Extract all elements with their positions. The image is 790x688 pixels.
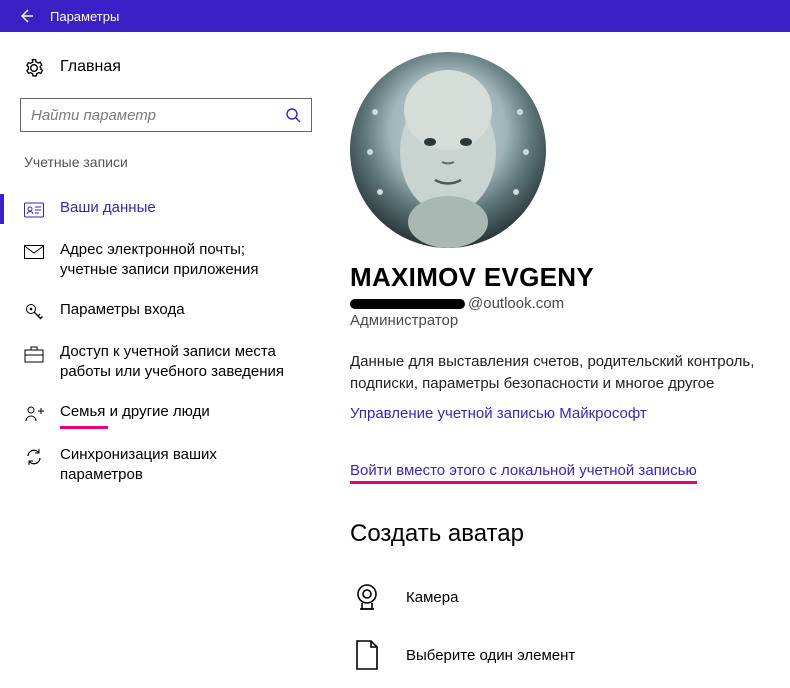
sidebar-item-work-access[interactable]: Доступ к учетной записи места работы или…	[20, 332, 310, 392]
main-panel: MAXIMOV EVGENY @outlook.com Администрато…	[320, 52, 790, 688]
sidebar: Главная Учетные записи Ваши данные Адрес…	[0, 52, 320, 688]
camera-icon	[350, 580, 384, 614]
avatar-browse-option[interactable]: Выберите один элемент	[350, 626, 760, 684]
sync-icon	[24, 447, 44, 467]
account-description: Данные для выставления счетов, родительс…	[350, 351, 760, 395]
window-title: Параметры	[50, 9, 119, 24]
titlebar: Параметры	[0, 0, 790, 32]
avatar-camera-option[interactable]: Камера	[350, 568, 760, 626]
gear-icon	[24, 58, 44, 78]
home-label: Главная	[60, 58, 121, 76]
camera-label: Камера	[406, 589, 458, 606]
avatar-image	[350, 52, 546, 248]
briefcase-icon	[24, 344, 44, 364]
redacted-block	[350, 299, 465, 309]
search-input[interactable]	[31, 107, 285, 124]
mail-icon	[24, 242, 44, 262]
home-button[interactable]: Главная	[20, 52, 310, 98]
sidebar-item-signin-options[interactable]: Параметры входа	[20, 290, 310, 332]
key-icon	[24, 302, 44, 322]
account-name: MAXIMOV EVGENY	[350, 262, 760, 293]
sidebar-item-email-accounts[interactable]: Адрес электронной почты; учетные записи …	[20, 230, 310, 290]
file-icon	[350, 638, 384, 672]
search-box[interactable]	[20, 98, 312, 132]
account-role: Администратор	[350, 312, 760, 329]
sidebar-item-label: Ваши данные	[60, 198, 156, 218]
manage-account-link[interactable]: Управление учетной записью Майкрософт	[350, 405, 647, 422]
people-icon	[24, 404, 44, 424]
search-icon	[285, 107, 301, 123]
sidebar-item-your-info[interactable]: Ваши данные	[20, 188, 310, 230]
sidebar-item-label: Семья и другие люди	[60, 402, 210, 422]
email-domain: @outlook.com	[468, 295, 564, 312]
sidebar-item-label: Параметры входа	[60, 300, 185, 320]
create-avatar-heading: Создать аватар	[350, 520, 760, 548]
local-account-link[interactable]: Войти вместо этого с локальной учетной з…	[350, 462, 697, 479]
content-area: Главная Учетные записи Ваши данные Адрес…	[0, 32, 790, 688]
highlight-underline	[350, 481, 697, 484]
avatar[interactable]	[350, 52, 546, 248]
browse-label: Выберите один элемент	[406, 647, 575, 664]
id-card-icon	[24, 200, 44, 220]
back-button[interactable]	[8, 0, 44, 32]
sidebar-item-label: Синхронизация ваших параметров	[60, 445, 300, 485]
sidebar-item-label: Доступ к учетной записи места работы или…	[60, 342, 300, 382]
sidebar-section-title: Учетные записи	[20, 154, 310, 170]
sidebar-item-sync[interactable]: Синхронизация ваших параметров	[20, 435, 310, 495]
arrow-left-icon	[17, 7, 35, 25]
account-email: @outlook.com	[350, 295, 760, 312]
sidebar-item-family[interactable]: Семья и другие люди	[20, 392, 310, 434]
sidebar-item-label: Адрес электронной почты; учетные записи …	[60, 240, 300, 280]
